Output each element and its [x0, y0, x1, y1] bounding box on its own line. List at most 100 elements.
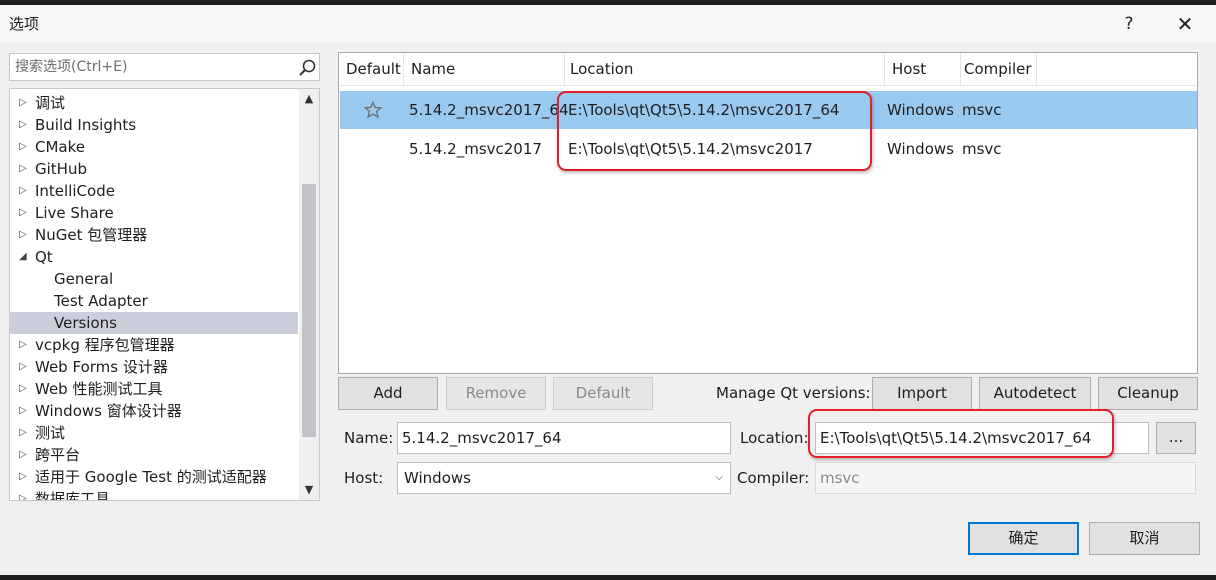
table-row[interactable]: 5.14.2_msvc2017 E:\Tools\qt\Qt5\5.14.2\m… [340, 130, 1197, 168]
qt-versions-table: Default Name Location Host Compiler 5.14… [338, 52, 1198, 374]
bottom-edge [0, 575, 1216, 580]
remove-button[interactable]: Remove [446, 377, 546, 410]
cell-compiler: msvc [962, 140, 1002, 158]
tree-item-label: NuGet 包管理器 [35, 226, 148, 244]
tree-item-label: Windows 窗体设计器 [35, 402, 182, 420]
tree-item[interactable]: ◢ Qt [10, 246, 298, 268]
tree-item-label: 调试 [35, 94, 66, 112]
tree-item[interactable]: ▷ Build Insights [10, 114, 298, 136]
compiler-input [816, 463, 1195, 493]
options-tree: ▷ 调试 ▷ Build Insights ▷ CMake ▷ GitHub ▷ IntelliC… [9, 88, 320, 501]
scroll-up-icon[interactable]: ▲ [299, 89, 319, 109]
host-select-value: Windows [404, 469, 471, 487]
tree-item[interactable]: ▷ 适用于 Google Test 的测试适配器 [10, 466, 298, 488]
collapsed-arrow-icon[interactable]: ▷ [19, 356, 27, 378]
tree-item[interactable]: Versions [10, 312, 298, 334]
collapsed-arrow-icon[interactable]: ▷ [19, 202, 27, 224]
autodetect-button[interactable]: Autodetect [979, 377, 1091, 410]
tree-item[interactable]: ▷ IntelliCode [10, 180, 298, 202]
tree-item-label: 跨平台 [35, 446, 81, 464]
collapsed-arrow-icon[interactable]: ▷ [19, 224, 27, 246]
tree-item[interactable]: ▷ Live Share [10, 202, 298, 224]
cleanup-button[interactable]: Cleanup [1098, 377, 1198, 410]
name-input[interactable] [398, 423, 730, 453]
scroll-down-icon[interactable]: ▼ [299, 480, 319, 500]
tree-item[interactable]: ▷ 调试 [10, 92, 298, 114]
browse-button[interactable]: ... [1156, 422, 1196, 454]
tree-item-label: 数据库工具 [35, 490, 111, 501]
column-header-location[interactable]: Location [563, 53, 885, 86]
search-input[interactable] [10, 54, 290, 80]
close-button[interactable]: ✕ [1170, 11, 1200, 37]
tree-scrollbar[interactable]: ▲ ▼ [299, 89, 319, 500]
tree-item[interactable]: ▷ Windows 窗体设计器 [10, 400, 298, 422]
cell-name: 5.14.2_msvc2017_64 [409, 101, 569, 119]
help-button[interactable]: ? [1114, 11, 1144, 37]
cancel-button[interactable]: 取消 [1089, 522, 1200, 555]
host-select[interactable]: Windows ⌵ [397, 462, 731, 494]
tree-item[interactable]: ▷ vcpkg 程序包管理器 [10, 334, 298, 356]
collapsed-arrow-icon[interactable]: ▷ [19, 334, 27, 356]
tree-item[interactable]: ▷ 测试 [10, 422, 298, 444]
tree-item-label: 适用于 Google Test 的测试适配器 [35, 468, 267, 486]
cell-compiler: msvc [962, 101, 1002, 119]
column-header-host[interactable]: Host [885, 53, 961, 86]
collapsed-arrow-icon[interactable]: ▷ [19, 136, 27, 158]
column-header-compiler[interactable]: Compiler [957, 53, 1037, 86]
tree-item[interactable]: ▷ NuGet 包管理器 [10, 224, 298, 246]
cell-host: Windows [887, 140, 954, 158]
collapsed-arrow-icon[interactable]: ▷ [19, 466, 27, 488]
tree-item[interactable]: ▷ CMake [10, 136, 298, 158]
tree-item[interactable]: ▷ 跨平台 [10, 444, 298, 466]
cell-location: E:\Tools\qt\Qt5\5.14.2\msvc2017_64 [568, 101, 840, 119]
name-field[interactable] [397, 422, 731, 454]
tree-item-label: GitHub [35, 160, 87, 178]
tree-item[interactable]: ▷ 数据库工具 [10, 488, 298, 501]
tree-item[interactable]: ▷ GitHub [10, 158, 298, 180]
column-header-default[interactable]: Default [339, 53, 404, 86]
dialog-title: 选项 [9, 15, 40, 33]
tree-item[interactable]: ▷ Web Forms 设计器 [10, 356, 298, 378]
collapsed-arrow-icon[interactable]: ▷ [19, 422, 27, 444]
column-header-name[interactable]: Name [404, 53, 565, 86]
tree-item-label: Versions [54, 314, 117, 332]
collapsed-arrow-icon[interactable]: ▷ [19, 158, 27, 180]
collapsed-arrow-icon[interactable]: ▷ [19, 378, 27, 400]
search-icon[interactable] [297, 58, 317, 78]
tree-item[interactable]: Test Adapter [10, 290, 298, 312]
table-header: Default Name Location Host Compiler [339, 53, 1197, 86]
location-field[interactable] [815, 422, 1149, 454]
add-button[interactable]: Add [338, 377, 438, 410]
tree-item-label: Web 性能测试工具 [35, 380, 163, 398]
tree-item[interactable]: ▷ Web 性能测试工具 [10, 378, 298, 400]
import-button[interactable]: Import [872, 377, 972, 410]
tree-list: ▷ 调试 ▷ Build Insights ▷ CMake ▷ GitHub ▷ IntelliC… [10, 92, 298, 501]
location-input[interactable] [816, 423, 1148, 453]
collapsed-arrow-icon[interactable]: ▷ [19, 444, 27, 466]
default-button[interactable]: Default [553, 377, 653, 410]
collapsed-arrow-icon[interactable]: ▷ [19, 114, 27, 136]
cell-location: E:\Tools\qt\Qt5\5.14.2\msvc2017 [568, 140, 813, 158]
star-icon[interactable] [364, 101, 382, 119]
ok-button[interactable]: 确定 [968, 522, 1079, 555]
collapsed-arrow-icon[interactable]: ▷ [19, 488, 27, 500]
scroll-thumb[interactable] [302, 184, 316, 437]
table-row[interactable]: 5.14.2_msvc2017_64 E:\Tools\qt\Qt5\5.14.… [340, 91, 1197, 129]
tree-item-label: IntelliCode [35, 182, 115, 200]
title-bar: 选项 ? ✕ [0, 5, 1216, 43]
collapsed-arrow-icon[interactable]: ▷ [19, 400, 27, 422]
tree-item[interactable]: General [10, 268, 298, 290]
tree-item-label: Web Forms 设计器 [35, 358, 168, 376]
chevron-down-icon[interactable]: ⌵ [715, 463, 723, 493]
tree-item-label: 测试 [35, 424, 66, 442]
tree-item-label: Test Adapter [54, 292, 148, 310]
manage-qt-versions-label: Manage Qt versions: [716, 384, 871, 402]
name-label: Name: [344, 429, 394, 447]
collapsed-arrow-icon[interactable]: ▷ [19, 180, 27, 202]
tree-item-label: Build Insights [35, 116, 137, 134]
location-label: Location: [740, 429, 809, 447]
expanded-arrow-icon[interactable]: ◢ [19, 246, 27, 268]
host-label: Host: [344, 469, 384, 487]
search-box[interactable] [9, 53, 320, 81]
collapsed-arrow-icon[interactable]: ▷ [19, 92, 27, 114]
